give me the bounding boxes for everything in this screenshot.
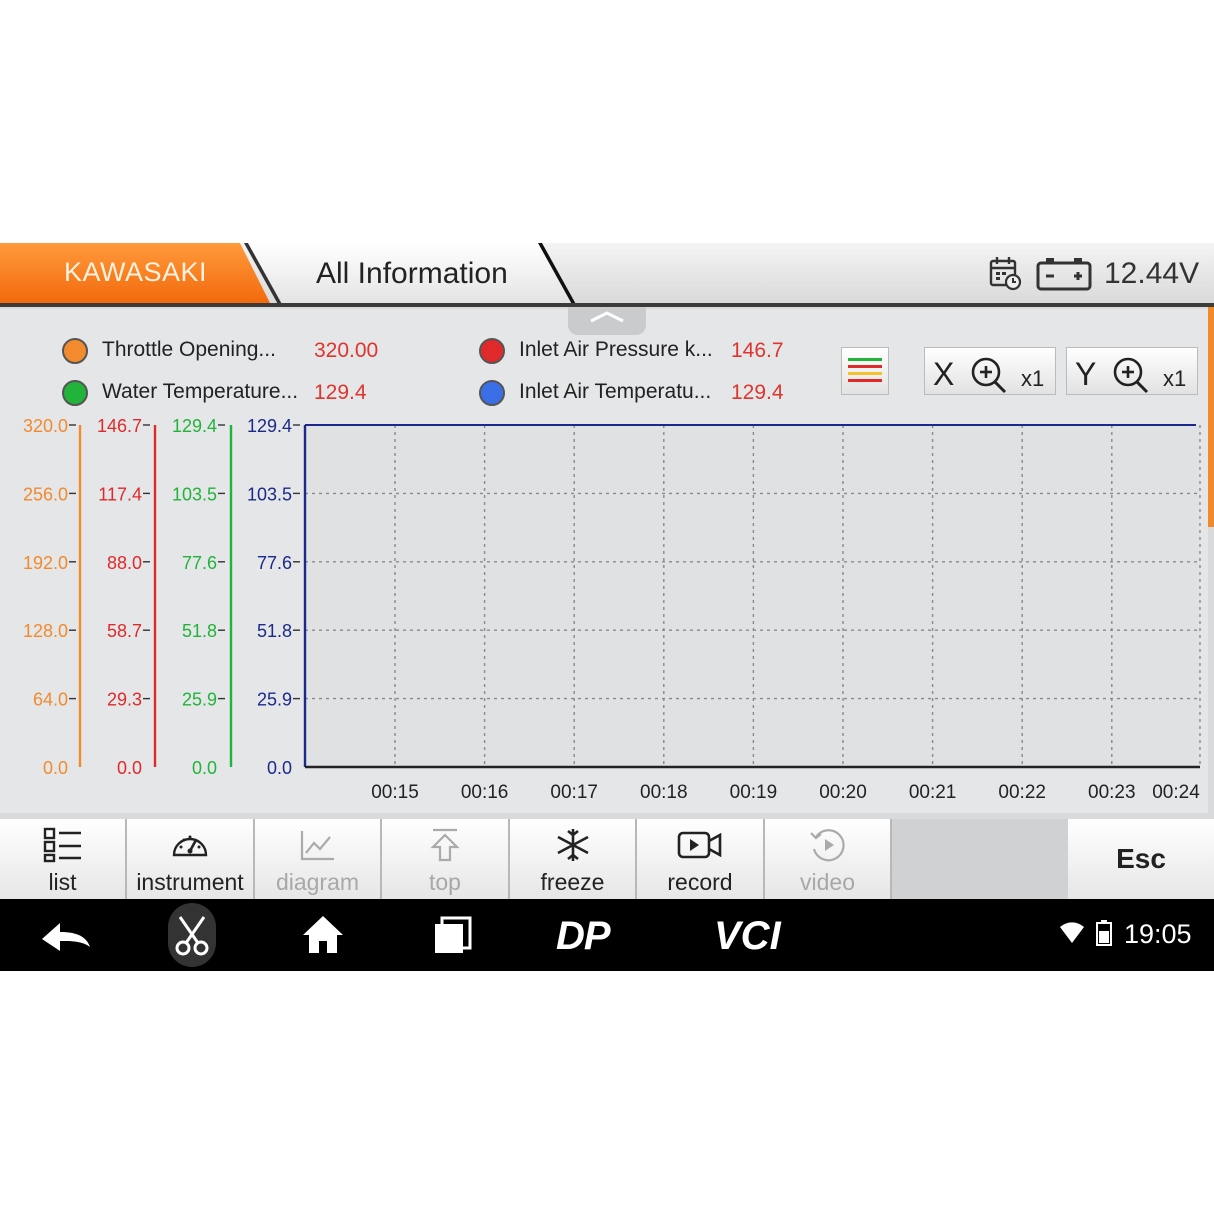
top-button[interactable]: top — [382, 819, 510, 899]
freeze-label: freeze — [540, 869, 605, 895]
x-tick-label: 00:15 — [371, 782, 419, 803]
diagram-button[interactable]: diagram — [255, 819, 382, 899]
svg-text:VCI: VCI — [714, 914, 782, 957]
wifi-icon — [1058, 921, 1086, 950]
y-tick-label: 88.0 — [107, 553, 142, 573]
y-tick-label: 0.0 — [267, 758, 292, 778]
y-tick-label: 256.0 — [23, 484, 68, 504]
clock: 19:05 — [1124, 919, 1192, 949]
video-label: video — [800, 869, 855, 895]
x-tick-label: 00:16 — [461, 782, 509, 803]
y-tick-label: 320.0 — [23, 416, 68, 436]
y-tick-label: 192.0 — [23, 553, 68, 573]
freeze-button[interactable]: freeze — [510, 819, 637, 899]
instrument-label: instrument — [136, 869, 244, 895]
esc-label: Esc — [1116, 843, 1166, 874]
play-history-icon — [808, 827, 848, 868]
y-tick-label: 129.4 — [247, 416, 292, 436]
y-tick-label: 146.7 — [97, 416, 142, 436]
data-stream-chart[interactable]: 320.0 256.0 192.0 128.0 64.0 0.0 146.7 117.4 88.… — [0, 243, 1214, 819]
y-tick-label: 51.8 — [182, 621, 217, 641]
top-label: top — [429, 869, 461, 895]
screenshot-scissors-button[interactable] — [168, 903, 216, 967]
video-camera-icon — [677, 827, 723, 868]
x-tick-label: 00:21 — [909, 782, 957, 803]
diagnostic-screen: KAWASAKI All Information 12.44V Throttle… — [0, 243, 1214, 971]
y-tick-label: 129.4 — [172, 416, 217, 436]
chart-icon — [298, 827, 338, 868]
back-icon[interactable] — [38, 917, 94, 960]
y-tick-label: 0.0 — [117, 758, 142, 778]
list-icon — [43, 827, 83, 868]
x-tick-label: 00:20 — [819, 782, 867, 803]
home-icon[interactable] — [300, 913, 346, 960]
y-tick-label: 0.0 — [192, 758, 217, 778]
y-tick-label: 25.9 — [182, 690, 217, 710]
record-button[interactable]: record — [637, 819, 765, 899]
snowflake-icon — [553, 827, 593, 868]
recent-apps-icon[interactable] — [432, 915, 474, 960]
video-button[interactable]: video — [765, 819, 892, 899]
scissors-icon — [175, 916, 209, 956]
y-tick-label: 103.5 — [247, 484, 292, 504]
list-button[interactable]: list — [0, 819, 127, 899]
y-tick-label: 103.5 — [172, 484, 217, 504]
y-tick-label: 25.9 — [257, 690, 292, 710]
x-tick-label: 00:24 — [1152, 782, 1200, 803]
bottom-toolbar: list instrument diagram top freeze recor… — [0, 819, 1214, 899]
x-tick-label: 00:18 — [640, 782, 688, 803]
esc-button[interactable]: Esc — [1068, 819, 1214, 899]
dp-logo[interactable]: DP — [556, 913, 636, 962]
x-tick-label: 00:23 — [1088, 782, 1136, 803]
x-tick-label: 00:17 — [550, 782, 598, 803]
y-tick-label: 77.6 — [257, 553, 292, 573]
y-tick-label: 64.0 — [33, 690, 68, 710]
y-tick-label: 128.0 — [23, 621, 68, 641]
record-label: record — [667, 869, 733, 895]
diagram-label: diagram — [275, 869, 360, 895]
y-tick-label: 29.3 — [107, 690, 142, 710]
arrow-up-icon — [425, 827, 465, 868]
y-tick-label: 77.6 — [182, 553, 217, 573]
y-tick-label: 51.8 — [257, 621, 292, 641]
plot-area[interactable] — [305, 425, 1200, 767]
battery-status-icon — [1096, 919, 1112, 952]
instrument-button[interactable]: instrument — [127, 819, 255, 899]
list-label: list — [48, 869, 77, 895]
gauge-icon — [170, 827, 210, 868]
x-tick-label: 00:22 — [998, 782, 1046, 803]
system-nav-bar: DP VCI 19:05 — [0, 899, 1214, 971]
y-tick-label: 58.7 — [107, 621, 142, 641]
y-tick-label: 0.0 — [43, 758, 68, 778]
svg-text:DP: DP — [556, 914, 611, 957]
x-tick-label: 00:19 — [730, 782, 778, 803]
y-tick-label: 117.4 — [98, 484, 142, 504]
vci-logo[interactable]: VCI — [714, 913, 804, 962]
